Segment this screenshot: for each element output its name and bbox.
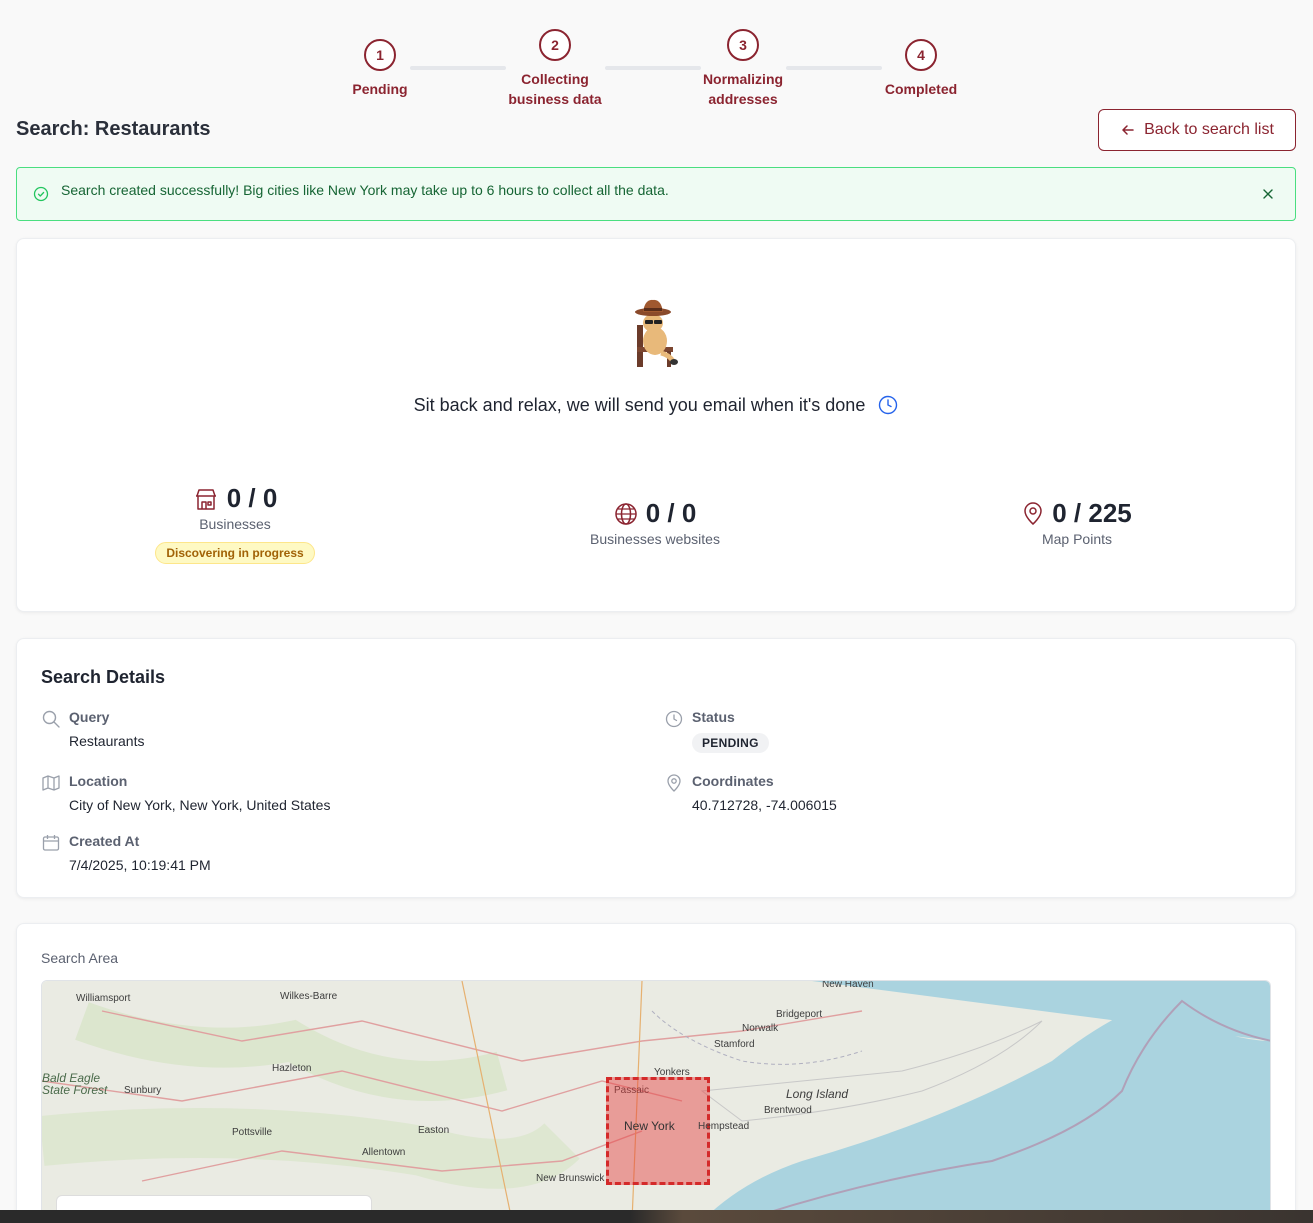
map-label: Hazleton	[272, 1063, 312, 1074]
stat-label: Businesses	[199, 516, 271, 532]
stat-value: 0 / 225	[1052, 498, 1132, 528]
map-label: Allentown	[362, 1147, 406, 1158]
relax-message: Sit back and relax, we will send you ema…	[17, 395, 1295, 416]
detail-value: 7/4/2025, 10:19:41 PM	[69, 857, 211, 873]
relaxing-bear-illustration	[635, 299, 678, 367]
stat-businesses: 0 / 0 Businesses Discovering in progress	[135, 483, 335, 564]
detail-value: City of New York, New York, United State…	[69, 797, 331, 813]
progress-card: Sit back and relax, we will send you ema…	[16, 238, 1296, 612]
progress-stepper: 1 Pending 2 Collecting business data 3 N…	[0, 0, 1313, 110]
step-completed: 4 Completed	[876, 39, 966, 99]
bottom-edge-strip	[0, 1210, 1313, 1223]
back-button-label: Back to search list	[1144, 121, 1274, 138]
map-label: Norwalk	[742, 1023, 779, 1034]
map-label: Pottsville	[232, 1127, 273, 1138]
step-number: 2	[539, 29, 571, 61]
map-label: Bridgeport	[776, 1009, 823, 1020]
step-number: 3	[727, 29, 759, 61]
map-label: Brentwood	[764, 1105, 812, 1116]
step-label: Normalizing	[702, 71, 784, 87]
stepper-connector	[410, 66, 506, 70]
search-area-card: Search Area New Haven Williamsport Wilke…	[16, 923, 1296, 1223]
map-label: Hempstead	[698, 1121, 750, 1132]
detail-label: Query	[69, 709, 110, 725]
map-label: Sunbury	[124, 1085, 162, 1096]
search-details-title: Search Details	[41, 667, 166, 687]
step-label: Collecting	[521, 71, 589, 87]
alert-message: Search created successfully! Big cities …	[61, 182, 669, 198]
discovering-badge: Discovering in progress	[155, 542, 315, 564]
map-label: New Haven	[822, 980, 874, 990]
stat-websites: 0 / 0 Businesses websites	[555, 498, 755, 547]
map-label: Long Island	[786, 1087, 849, 1101]
map-label: State Forest	[42, 1083, 108, 1097]
close-icon[interactable]	[1259, 185, 1277, 203]
status-badge: PENDING	[692, 733, 769, 753]
stat-value: 0 / 0	[645, 498, 697, 528]
search-icon	[42, 710, 60, 728]
search-area-map[interactable]: New Haven Williamsport Wilkes-Barre Brid…	[41, 980, 1271, 1220]
step-number: 4	[905, 39, 937, 71]
map-label: Williamsport	[76, 993, 131, 1004]
stepper-connector	[605, 66, 701, 70]
stepper-connector	[786, 66, 882, 70]
check-circle-icon	[33, 186, 49, 202]
map-pin-icon	[667, 774, 681, 792]
map-label: Stamford	[714, 1039, 755, 1050]
relax-message-text: Sit back and relax, we will send you ema…	[413, 395, 866, 415]
globe-icon	[614, 502, 637, 525]
stat-label: Businesses websites	[590, 531, 720, 547]
detail-label: Created At	[69, 833, 140, 849]
clock-icon	[879, 395, 898, 414]
detail-value: 40.712728, -74.006015	[692, 797, 837, 813]
detail-label: Coordinates	[692, 773, 774, 789]
stat-map-points: 0 / 225 Map Points	[977, 498, 1177, 547]
stat-label: Map Points	[1041, 531, 1113, 547]
step-label: Completed	[884, 81, 958, 97]
store-icon	[195, 488, 216, 510]
detail-label: Location	[69, 773, 128, 789]
step-label-line2: business data	[508, 91, 602, 107]
page-title: Search: Restaurants	[16, 118, 211, 140]
step-normalizing: 3 Normalizing addresses	[688, 29, 798, 109]
map-label: Wilkes-Barre	[280, 991, 338, 1002]
step-label: Pending	[352, 81, 408, 97]
map-label: New Brunswick	[536, 1173, 605, 1184]
step-pending: 1 Pending	[340, 39, 420, 99]
search-details-card: Search Details Query Restaurants Locatio…	[16, 638, 1296, 898]
stat-value: 0 / 0	[226, 483, 278, 513]
detail-label: Status	[692, 709, 735, 725]
success-alert: Search created successfully! Big cities …	[16, 167, 1296, 221]
search-area-title: Search Area	[41, 950, 119, 966]
clock-icon	[665, 710, 683, 728]
calendar-icon	[42, 835, 60, 851]
step-collecting: 2 Collecting business data	[495, 29, 615, 109]
map-pin-icon	[1024, 501, 1042, 525]
arrow-left-icon	[1122, 125, 1134, 135]
detail-value: Restaurants	[69, 733, 145, 749]
status-pill: PENDING	[692, 733, 769, 753]
map-icon	[42, 775, 60, 791]
step-label-line2: addresses	[708, 91, 778, 107]
back-to-search-list-button[interactable]: Back to search list	[1098, 109, 1296, 151]
step-number: 1	[364, 39, 396, 71]
map-label: Easton	[418, 1125, 450, 1136]
map-label: New York	[624, 1119, 675, 1133]
